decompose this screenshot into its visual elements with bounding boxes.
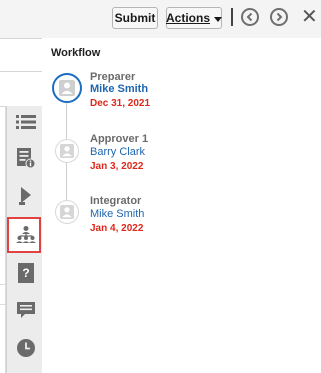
step-name[interactable]: Mike Smith: [90, 208, 144, 220]
user-icon: [60, 205, 74, 219]
rail-item-history[interactable]: [15, 337, 37, 359]
step-date: Jan 3, 2022: [90, 161, 144, 172]
step-role: Preparer: [90, 71, 136, 83]
rail-item-workflow[interactable]: [15, 224, 37, 246]
actions-menu-button[interactable]: Actions: [166, 7, 223, 29]
next-button[interactable]: [270, 8, 288, 26]
chevron-left-icon: [246, 12, 253, 22]
submit-button-label: Submit: [114, 11, 156, 25]
chevron-right-icon: [276, 12, 283, 22]
avatar: [52, 73, 82, 103]
actions-button-label: Actions: [166, 11, 211, 25]
user-icon: [60, 144, 74, 158]
rail-item-comments[interactable]: [15, 300, 37, 322]
rail-item-help[interactable]: ?: [15, 262, 37, 284]
document-info-icon: [17, 148, 35, 168]
submit-button[interactable]: Submit: [112, 7, 158, 29]
step-date: Jan 4, 2022: [90, 223, 144, 234]
rail-item-alerts[interactable]: [15, 185, 37, 207]
rail-item-list[interactable]: [15, 111, 37, 133]
previous-button[interactable]: [241, 8, 259, 26]
comment-icon: [17, 302, 35, 318]
bell-icon: [19, 187, 31, 205]
workflow-panel: Workflow Preparer Mike Smith Dec 31, 202…: [42, 38, 321, 373]
chevron-down-icon: [214, 16, 223, 22]
divider: [0, 71, 42, 72]
step-date: Dec 31, 2021: [90, 98, 151, 109]
clock-icon: [17, 339, 35, 357]
avatar: [55, 200, 79, 224]
step-role: Integrator: [90, 195, 142, 207]
hierarchy-workflow-icon: [16, 226, 36, 243]
step-name[interactable]: Mike Smith: [90, 83, 148, 95]
panel-title: Workflow: [51, 47, 101, 59]
header-toolbar: Submit Actions ✕: [0, 0, 321, 39]
step-role: Approver 1: [90, 133, 149, 145]
svg-text:?: ?: [22, 266, 29, 280]
close-icon[interactable]: ✕: [301, 6, 318, 28]
toolbar-divider: [231, 8, 233, 26]
side-rail: ?: [6, 106, 43, 373]
help-document-icon: ?: [18, 263, 34, 283]
rail-item-details[interactable]: [15, 147, 37, 169]
user-icon: [59, 80, 75, 96]
avatar: [55, 139, 79, 163]
step-name[interactable]: Barry Clark: [90, 146, 145, 158]
list-icon: [16, 115, 36, 129]
